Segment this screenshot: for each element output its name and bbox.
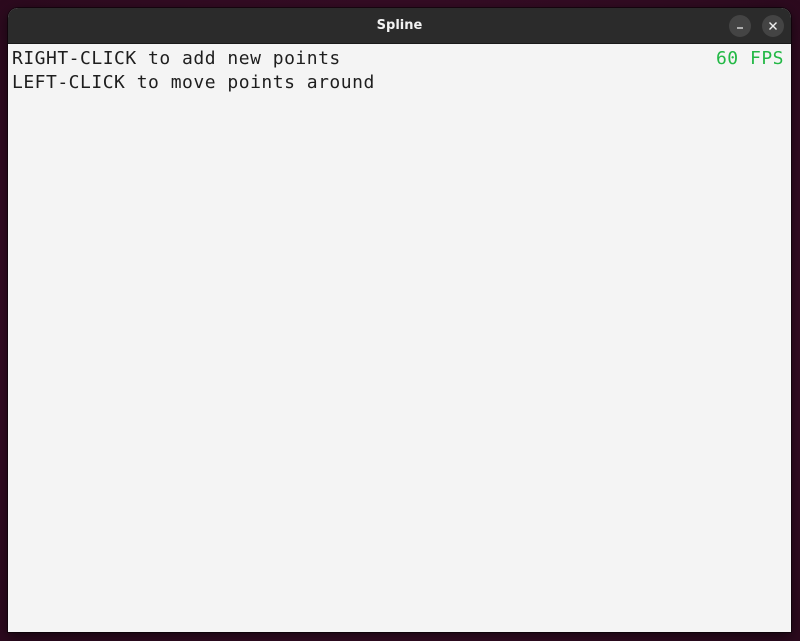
minimize-icon: [737, 27, 743, 29]
instruction-left-click: LEFT-CLICK to move points around: [12, 72, 375, 93]
minimize-button[interactable]: [729, 15, 751, 37]
application-window: Spline RIGHT-CLICK to add new points LEF…: [8, 8, 791, 632]
instruction-right-click: RIGHT-CLICK to add new points: [12, 48, 341, 69]
fps-counter: 60 FPS: [715, 48, 784, 69]
close-button[interactable]: [762, 15, 784, 37]
close-icon: [769, 22, 777, 30]
title-bar[interactable]: Spline: [8, 8, 791, 44]
spline-canvas[interactable]: RIGHT-CLICK to add new points LEFT-CLICK…: [8, 44, 791, 632]
window-title: Spline: [376, 18, 423, 33]
